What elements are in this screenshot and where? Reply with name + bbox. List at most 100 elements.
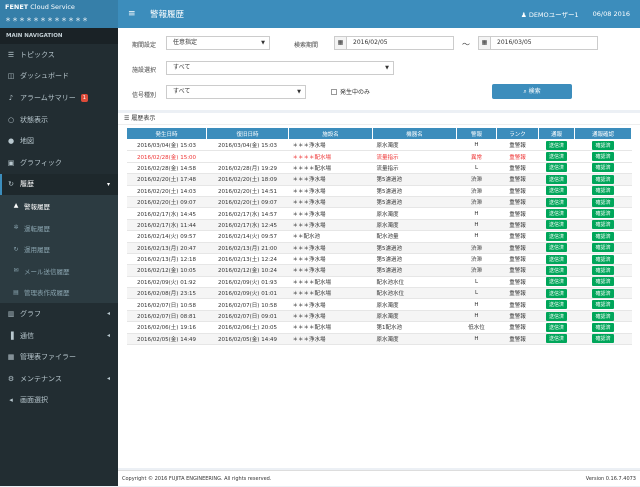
notify-status-badge[interactable]: 送信済: [545, 163, 567, 173]
column-header[interactable]: 発生日時: [126, 127, 207, 140]
table-row[interactable]: 2016/02/28(金) 15:00 ＊＊＊＊配水場 流量指示 異常 重警報 送信済 確認…: [126, 150, 632, 163]
column-header[interactable]: 復旧日時: [206, 127, 289, 140]
confirm-status-badge[interactable]: 確認済: [592, 311, 614, 321]
confirm-status-badge[interactable]: 確認済: [592, 243, 614, 253]
notify-status-badge[interactable]: 送信済: [545, 197, 567, 207]
column-header[interactable]: 通報確認: [574, 127, 632, 140]
sidebar-item-dashboard[interactable]: ◫ ダッシュボード: [0, 66, 118, 88]
confirm-status-badge[interactable]: 確認済: [592, 300, 614, 310]
notify-status-badge[interactable]: 送信済: [545, 277, 567, 287]
column-header[interactable]: 施設名: [288, 127, 373, 140]
table-row[interactable]: 2016/02/05(金) 14:49 2016/02/05(金) 14:49 ＊＊…: [126, 333, 632, 346]
confirm-status-badge[interactable]: 確認済: [592, 334, 614, 344]
table-row[interactable]: 2016/03/04(金) 15:03 2016/03/04(金) 15:03 ＊＊…: [126, 139, 632, 152]
confirm-status-badge[interactable]: 確認済: [592, 254, 614, 264]
notify-status-badge[interactable]: 送信済: [545, 174, 567, 184]
table-row[interactable]: 2016/02/17(水) 14:45 2016/02/17(水) 14:57 ＊＊…: [126, 207, 632, 220]
table-cell: 確認済: [574, 139, 632, 152]
confirm-status-badge[interactable]: 確認済: [592, 231, 614, 241]
table-row[interactable]: 2016/02/08(月) 23:15 2016/02/09(火) 01:01 ＊＊…: [126, 287, 632, 300]
table-row[interactable]: 2016/02/17(水) 11:44 2016/02/17(水) 12:45 ＊＊…: [126, 219, 632, 232]
sidebar-item-status[interactable]: ○ 状態表示: [0, 109, 118, 131]
notify-status-badge[interactable]: 送信済: [545, 243, 567, 253]
notify-status-badge[interactable]: 送信済: [545, 265, 567, 275]
table-row[interactable]: 2016/02/06(土) 19:16 2016/02/06(土) 20:05 ＊＊…: [126, 321, 632, 334]
sidebar-item-filer[interactable]: ▦ 管理表ファイラー: [0, 346, 118, 368]
confirm-status-badge[interactable]: 確認済: [592, 277, 614, 287]
brand-logo[interactable]: FENET Cloud Service ＊＊＊＊＊＊＊＊＊＊＊＊: [0, 0, 118, 28]
signal-type-select[interactable]: すべて ▼: [166, 85, 306, 99]
confirm-status-badge[interactable]: 確認済: [592, 186, 614, 196]
confirm-status-badge[interactable]: 確認済: [592, 322, 614, 332]
confirm-status-badge[interactable]: 確認済: [592, 140, 614, 150]
search-button[interactable]: ⌕ 検索: [492, 84, 572, 99]
notify-status-badge[interactable]: 送信済: [545, 288, 567, 298]
confirm-status-badge[interactable]: 確認済: [592, 197, 614, 207]
column-header[interactable]: 警報: [456, 127, 497, 140]
sidebar-item-graph[interactable]: ▥ グラフ ◂: [0, 303, 118, 325]
confirm-status-badge[interactable]: 確認済: [592, 220, 614, 230]
table-row[interactable]: 2016/02/09(火) 01:92 2016/02/09(火) 01:93 ＊＊…: [126, 276, 632, 289]
notify-status-badge[interactable]: 送信済: [545, 186, 567, 196]
notify-status-badge[interactable]: 送信済: [545, 152, 567, 162]
chart-icon: ▥: [7, 309, 15, 318]
column-header[interactable]: ランク: [496, 127, 539, 140]
table-row[interactable]: 2016/02/20(土) 17:48 2016/02/20(土) 18:09 ＊＊…: [126, 173, 632, 186]
date-from-input[interactable]: ▦ 2016/02/05: [334, 36, 454, 50]
confirm-status-badge[interactable]: 確認済: [592, 288, 614, 298]
table-row[interactable]: 2016/02/07(日) 10:58 2016/02/07(日) 10:58 ＊＊…: [126, 298, 632, 311]
sidebar-subitem-report-history[interactable]: ▤ 管理表作成履歴: [0, 281, 118, 304]
table-row[interactable]: 2016/02/12(金) 10:05 2016/02/12(金) 10:24 ＊＊…: [126, 264, 632, 277]
user-name: DEMOユーザー1: [528, 11, 579, 19]
checkbox-box[interactable]: [331, 88, 337, 95]
notify-status-badge[interactable]: 送信済: [545, 209, 567, 219]
sidebar-item-history[interactable]: ↻ 履歴 ▾: [0, 173, 118, 196]
column-header[interactable]: 機器名: [372, 127, 457, 140]
signal-type-select-value: すべて: [173, 88, 191, 95]
sidebar-item-label: グラフィック: [20, 158, 62, 167]
sidebar-subitem-operation-history[interactable]: ✲ 運転履歴: [0, 216, 118, 239]
table-row[interactable]: 2016/02/13(月) 12:18 2016/02/13(土) 12:24 ＊＊…: [126, 253, 632, 266]
facility-select[interactable]: すべて ▼: [166, 61, 394, 75]
sidebar-item-comm[interactable]: ▐ 通信 ◂: [0, 325, 118, 347]
sidebar-subitem-mail-history[interactable]: ✉ メール送信履歴: [0, 259, 118, 282]
user-menu[interactable]: ♟ DEMOユーザー1: [521, 9, 579, 19]
column-header[interactable]: 通報: [538, 127, 575, 140]
notify-status-badge[interactable]: 送信済: [545, 300, 567, 310]
sidebar-subitem-alarm-history[interactable]: ▲ 警報履歴: [0, 195, 118, 217]
table-row[interactable]: 2016/02/28(金) 14:58 2016/02/28(月) 19:29 ＊＊…: [126, 162, 632, 175]
period-select[interactable]: 任意指定 ▼: [166, 36, 270, 50]
sidebar-item-maintenance[interactable]: ⚙ メンテナンス ◂: [0, 368, 118, 390]
confirm-status-badge[interactable]: 確認済: [592, 152, 614, 162]
sidebar-item-map[interactable]: ● 地図: [0, 130, 118, 152]
table-cell: 重警報: [496, 162, 539, 175]
table-cell: 確認済: [574, 264, 632, 277]
table-row[interactable]: 2016/02/13(月) 20:47 2016/02/13(月) 21:00 ＊＊…: [126, 242, 632, 254]
notify-status-badge[interactable]: 送信済: [545, 322, 567, 332]
hamburger-menu-icon[interactable]: ≡: [128, 9, 138, 19]
notify-status-badge[interactable]: 送信済: [545, 220, 567, 230]
table-row[interactable]: 2016/02/20(土) 09:07 2016/02/20(土) 09:07 ＊＊…: [126, 196, 632, 209]
table-cell: H: [456, 139, 497, 152]
sidebar-item-topics[interactable]: ☰ トピックス: [0, 44, 118, 66]
confirm-status-badge[interactable]: 確認済: [592, 209, 614, 219]
table-row[interactable]: 2016/02/14(火) 09:57 2016/02/14(火) 09:57 ＊＊…: [126, 230, 632, 243]
active-only-checkbox[interactable]: 発生中のみ: [331, 87, 370, 96]
table-row[interactable]: 2016/02/07(日) 08:81 2016/02/07(日) 09:01 ＊＊…: [126, 310, 632, 323]
sidebar-subitem-usage-history[interactable]: ↻ 運用履歴: [0, 238, 118, 260]
sidebar-item-screen-select[interactable]: ◂ 画面選択: [0, 390, 118, 412]
table-cell: ＊＊＊浄水場: [288, 333, 373, 346]
history-icon: ↻: [8, 180, 14, 189]
sidebar-item-alarm-summary[interactable]: ♪ アラームサマリー 1: [0, 87, 118, 109]
date-to-input[interactable]: ▦ 2016/03/05: [478, 36, 598, 50]
table-row[interactable]: 2016/02/20(土) 14:03 2016/02/20(土) 14:51 ＊＊…: [126, 185, 632, 197]
confirm-status-badge[interactable]: 確認済: [592, 163, 614, 173]
confirm-status-badge[interactable]: 確認済: [592, 174, 614, 184]
notify-status-badge[interactable]: 送信済: [545, 334, 567, 344]
notify-status-badge[interactable]: 送信済: [545, 254, 567, 264]
notify-status-badge[interactable]: 送信済: [545, 311, 567, 321]
notify-status-badge[interactable]: 送信済: [545, 231, 567, 241]
sidebar-item-graphic[interactable]: ▣ グラフィック: [0, 152, 118, 174]
confirm-status-badge[interactable]: 確認済: [592, 265, 614, 275]
notify-status-badge[interactable]: 送信済: [545, 140, 567, 150]
